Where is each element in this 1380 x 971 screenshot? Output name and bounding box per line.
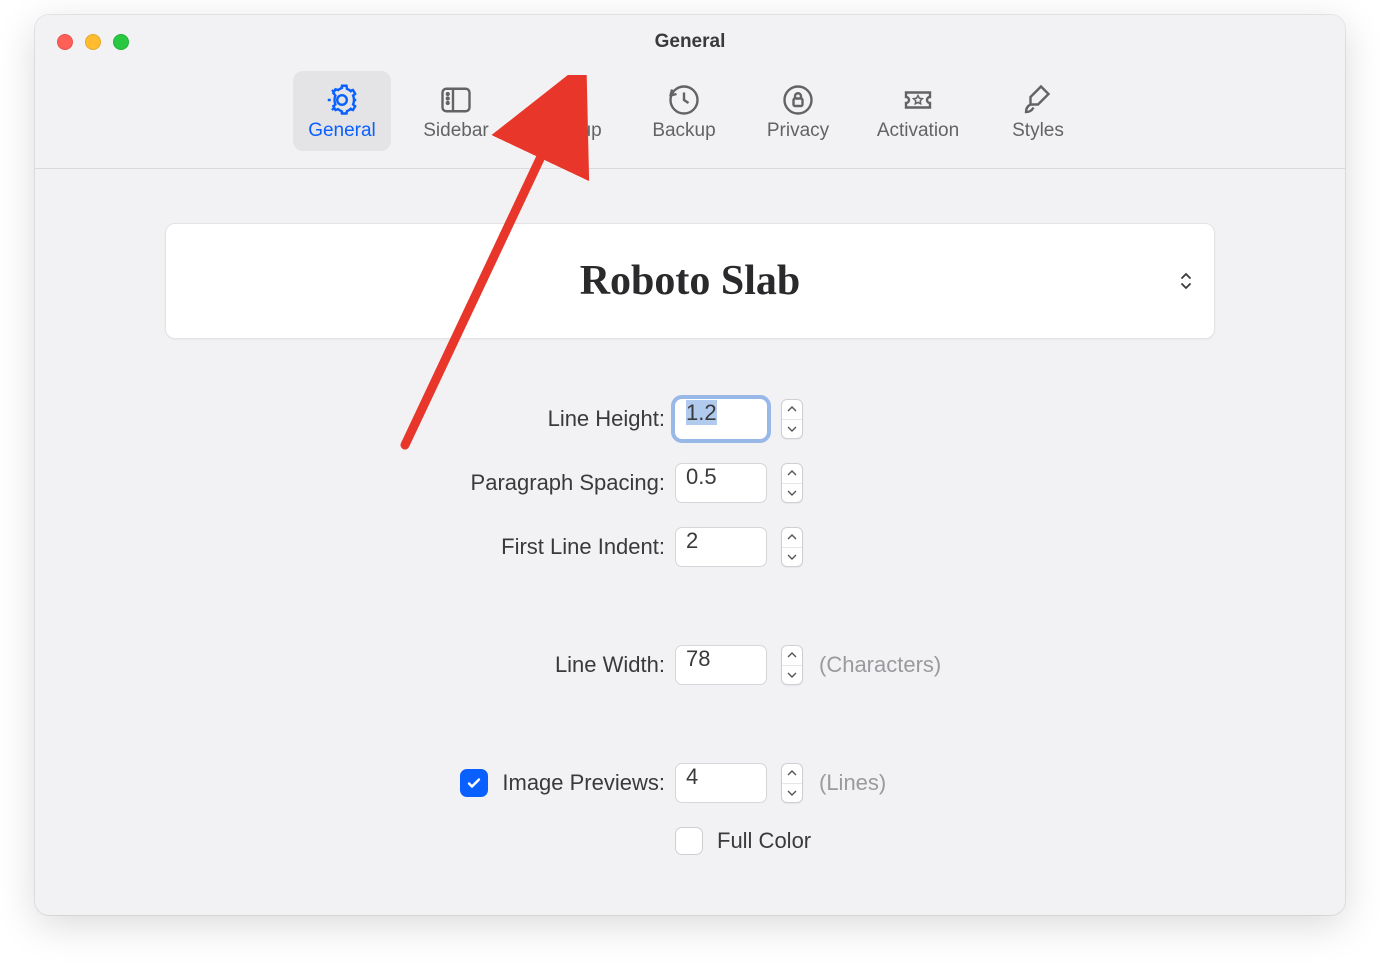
tab-styles[interactable]: Styles [989,71,1087,151]
stepper-up-icon[interactable] [782,400,802,420]
stepper-up-icon[interactable] [782,464,802,484]
stepper-down-icon[interactable] [782,666,802,685]
image-previews-label: Image Previews: [502,770,665,796]
line-width-hint: (Characters) [803,652,1063,678]
sidebar-icon [438,80,474,120]
stepper-down-icon[interactable] [782,548,802,567]
first-line-indent-stepper[interactable] [781,527,803,567]
stepper-up-icon[interactable] [782,764,802,784]
tab-label: Styles [1012,120,1064,142]
stepper-down-icon[interactable] [782,420,802,439]
image-previews-hint: (Lines) [803,770,1063,796]
tab-markup[interactable]: Markup [521,71,619,151]
font-select-value: Roboto Slab [580,257,801,305]
zoom-window-button[interactable] [113,34,129,50]
close-window-button[interactable] [57,34,73,50]
content-area: Roboto Slab Line Height: 1.2 Paragraph S… [35,169,1345,915]
tab-privacy[interactable]: Privacy [749,71,847,151]
stepper-down-icon[interactable] [782,484,802,503]
window-title: General [35,31,1345,53]
preferences-window: General General [35,15,1345,915]
settings-form: Line Height: 1.2 Paragraph Spacing: 0.5 [165,399,1215,915]
gear-icon [324,80,360,120]
backup-icon [666,80,702,120]
tab-label: Privacy [767,120,829,142]
first-line-indent-label: First Line Indent: [501,534,665,560]
palette-icon [552,80,588,120]
minimize-window-button[interactable] [85,34,101,50]
image-previews-checkbox[interactable] [460,769,488,797]
tab-activation[interactable]: Activation [863,71,973,151]
stepper-up-icon[interactable] [782,528,802,548]
tab-label: Backup [652,120,715,142]
first-line-indent-input[interactable]: 2 [675,527,767,567]
traffic-lights [35,34,129,50]
full-color-label: Full Color [717,828,811,854]
tab-label: Activation [877,120,959,142]
tab-backup[interactable]: Backup [635,71,733,151]
tab-label: General [308,120,376,142]
titlebar: General [35,15,1345,69]
paragraph-spacing-input[interactable]: 0.5 [675,463,767,503]
image-previews-stepper[interactable] [781,763,803,803]
preferences-toolbar: General Sidebar [35,69,1345,169]
stepper-down-icon[interactable] [782,784,802,803]
image-previews-input[interactable]: 4 [675,763,767,803]
tab-general[interactable]: General [293,71,391,151]
paragraph-spacing-stepper[interactable] [781,463,803,503]
line-height-label: Line Height: [548,406,665,432]
stepper-up-icon[interactable] [782,646,802,666]
tab-label: Markup [538,120,601,142]
tab-label: Sidebar [423,120,489,142]
line-width-stepper[interactable] [781,645,803,685]
line-height-input[interactable]: 1.2 [675,399,767,439]
line-width-input[interactable]: 78 [675,645,767,685]
paragraph-spacing-label: Paragraph Spacing: [471,470,665,496]
font-select[interactable]: Roboto Slab [165,223,1215,339]
line-width-label: Line Width: [555,652,665,678]
full-color-checkbox[interactable] [675,827,703,855]
lock-icon [780,80,816,120]
line-height-stepper[interactable] [781,399,803,439]
brush-icon [1020,80,1056,120]
tab-sidebar[interactable]: Sidebar [407,71,505,151]
chevron-up-down-icon [1180,272,1192,290]
ticket-icon [900,80,936,120]
